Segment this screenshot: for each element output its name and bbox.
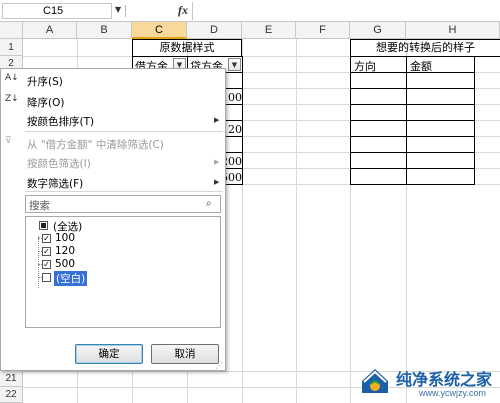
number-filters-item[interactable]: 数字筛选(F)	[27, 176, 83, 191]
ok-button[interactable]: 确定	[75, 344, 143, 364]
checkbox-checked[interactable]: ✓	[42, 247, 51, 256]
column-header-h[interactable]: H	[406, 22, 500, 39]
chevron-right-icon: ▶	[214, 116, 220, 124]
name-box[interactable]: C15	[2, 3, 112, 19]
sort-descending-item[interactable]: 降序(O)	[27, 95, 64, 110]
row-header-22[interactable]: 22	[0, 387, 23, 403]
select-all-corner[interactable]	[0, 22, 23, 39]
checkbox-checked[interactable]: ✓	[42, 260, 51, 269]
column-header-e[interactable]: E	[242, 22, 296, 39]
divider	[125, 5, 129, 17]
chevron-right-icon: ▶	[214, 158, 220, 166]
search-icon: ⌕	[206, 198, 212, 209]
filter-values-list[interactable]: (全选) ✓ 100 ✓ 120 ✓ 500 (空白)	[25, 216, 221, 328]
cell-border	[350, 152, 475, 153]
grid-line	[296, 39, 297, 403]
checkbox-checked[interactable]: ✓	[42, 234, 51, 243]
filter-by-color-item[interactable]: 按颜色筛选(I)	[27, 156, 91, 171]
menu-divider	[25, 191, 223, 192]
amount-header: 金额	[406, 56, 475, 73]
sort-ascending-item[interactable]: 升序(S)	[27, 74, 63, 89]
row-header-1[interactable]: 1	[0, 39, 23, 56]
filter-dropdown-button[interactable]: ▼	[228, 58, 241, 71]
cancel-button[interactable]: 取消	[151, 344, 219, 364]
list-item-label: 100	[55, 232, 76, 244]
sort-by-color-item[interactable]: 按颜色排序(T)	[27, 114, 94, 129]
insert-function-icon[interactable]: fx	[178, 3, 188, 18]
clear-filter-icon: ⊽	[5, 136, 12, 146]
target-format-title: 想要的转换后的样子	[350, 39, 500, 57]
chevron-right-icon: ▶	[214, 178, 220, 186]
row-header-21[interactable]: 21	[0, 371, 23, 387]
sort-descending-icon: Z↓	[5, 94, 19, 104]
search-placeholder: 搜索	[29, 200, 50, 212]
checkbox-unchecked[interactable]	[42, 273, 51, 282]
cell-border	[350, 104, 475, 105]
chevron-down-icon[interactable]: ▼	[115, 5, 121, 14]
formula-input[interactable]	[192, 2, 500, 20]
direction-header: 方向	[350, 56, 407, 73]
watermark-title: 纯净系统之家	[396, 370, 493, 389]
original-format-title: 原数据样式	[132, 39, 242, 57]
list-item-label: (空白)	[54, 271, 88, 286]
search-input[interactable]: 搜索 ⌕	[25, 195, 221, 213]
column-header-b[interactable]: B	[77, 22, 132, 39]
column-header-g[interactable]: G	[350, 22, 406, 39]
sort-ascending-icon: A↓	[5, 73, 19, 83]
cell-border	[350, 136, 475, 137]
column-header-c[interactable]: C	[132, 22, 187, 39]
column-header-f[interactable]: F	[296, 22, 350, 39]
checkbox-partial[interactable]	[39, 221, 48, 230]
list-item-label: 500	[55, 258, 76, 270]
formula-bar: C15 ▼ fx	[0, 0, 500, 22]
cell-border	[350, 120, 475, 121]
resize-grip-icon[interactable]: ⋰	[215, 361, 223, 370]
autofilter-menu: A↓ 升序(S) Z↓ 降序(O) 按颜色排序(T) ▶ ⊽ 从 "借方金额" …	[0, 68, 226, 371]
tree-connector	[38, 236, 39, 288]
watermark-logo	[362, 369, 388, 393]
column-header-d[interactable]: D	[187, 22, 242, 39]
column-header-a[interactable]: A	[23, 22, 77, 39]
cell-border	[350, 88, 475, 89]
list-item-label: 120	[55, 245, 76, 257]
clear-filter-item[interactable]: 从 "借方金额" 中清除筛选(C)	[27, 137, 164, 152]
menu-divider	[25, 131, 223, 132]
watermark-url: www.ycwjzy.com	[419, 388, 486, 398]
cell-border	[350, 168, 475, 169]
